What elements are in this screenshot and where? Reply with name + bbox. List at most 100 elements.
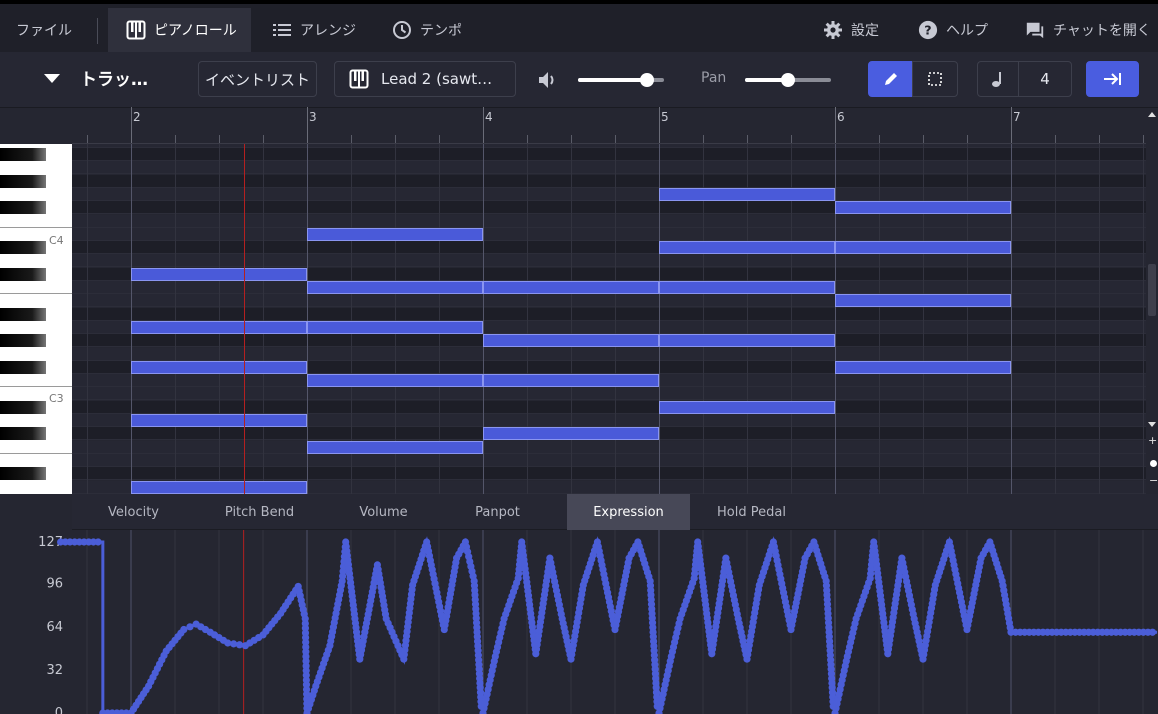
- pitch-lane: [72, 161, 1146, 175]
- midi-note[interactable]: [307, 320, 483, 334]
- expression-event[interactable]: [180, 625, 188, 634]
- zoom-in-icon[interactable]: +: [1148, 434, 1157, 447]
- tab-volume[interactable]: Volume: [322, 494, 445, 530]
- playhead[interactable]: [243, 144, 245, 494]
- pitch-lane: [72, 254, 1146, 268]
- expression-chart[interactable]: 1279664320: [0, 530, 1158, 714]
- midi-note[interactable]: [131, 360, 307, 374]
- midi-note[interactable]: [659, 400, 835, 414]
- black-key[interactable]: [0, 307, 46, 321]
- piano-keyboard[interactable]: C4 C3: [0, 144, 72, 494]
- help-button[interactable]: ? ヘルプ: [918, 8, 993, 52]
- midi-note[interactable]: [835, 201, 1011, 215]
- black-key[interactable]: [0, 267, 46, 281]
- file-menu[interactable]: ファイル: [0, 8, 88, 52]
- tab-label: Velocity: [108, 504, 159, 520]
- open-chat-button[interactable]: チャットを開く: [1025, 8, 1155, 52]
- selection-tool-button[interactable]: [912, 61, 958, 97]
- settings-button[interactable]: 設定: [823, 8, 888, 52]
- volume-slider[interactable]: [578, 73, 664, 87]
- tab-piano-roll[interactable]: ピアノロール: [108, 8, 251, 52]
- midi-note[interactable]: [131, 414, 307, 427]
- ruler-tick: [1143, 135, 1144, 143]
- tab-pitch-bend[interactable]: Pitch Bend: [198, 494, 321, 530]
- tab-hold-pedal[interactable]: Hold Pedal: [690, 494, 813, 530]
- midi-note[interactable]: [659, 241, 835, 255]
- ruler-tick: [395, 135, 396, 143]
- quantize-button[interactable]: [977, 61, 1019, 97]
- black-key[interactable]: [0, 334, 46, 348]
- midi-note[interactable]: [659, 187, 835, 201]
- measure-ruler[interactable]: 2 3 4 5 6 7: [72, 107, 1146, 144]
- instrument-select-button[interactable]: Lead 2 (sawt…: [334, 61, 516, 97]
- event-list-button[interactable]: イベントリスト: [198, 61, 317, 97]
- tab-panpot[interactable]: Panpot: [436, 494, 559, 530]
- expression-curve[interactable]: [60, 536, 1158, 714]
- music-note-icon: [990, 70, 1006, 88]
- zoom-out-icon[interactable]: −: [1149, 474, 1158, 487]
- zoom-knob-icon[interactable]: [1150, 460, 1157, 467]
- midi-note[interactable]: [307, 227, 483, 241]
- black-key[interactable]: [0, 467, 46, 481]
- measure-number: 3: [309, 110, 317, 124]
- black-key[interactable]: [0, 400, 46, 414]
- selection-icon: [927, 71, 943, 87]
- expression-event[interactable]: [1148, 628, 1157, 636]
- midi-note[interactable]: [835, 294, 1011, 308]
- volume-icon[interactable]: [536, 69, 558, 91]
- scrollbar-thumb[interactable]: [1148, 264, 1156, 316]
- expression-event[interactable]: [94, 538, 102, 546]
- pan-label: Pan: [701, 70, 727, 86]
- tab-velocity[interactable]: Velocity: [72, 494, 195, 530]
- note-grid[interactable]: [72, 144, 1146, 494]
- midi-note[interactable]: [307, 374, 483, 388]
- midi-note[interactable]: [131, 267, 307, 281]
- beat-line: [967, 144, 968, 494]
- beat-line: [1055, 144, 1056, 494]
- track-dropdown-icon[interactable]: [44, 74, 60, 83]
- ruler-tick: [791, 135, 792, 143]
- ruler-tick: [615, 135, 616, 143]
- midi-note[interactable]: [483, 374, 659, 388]
- midi-note[interactable]: [483, 334, 659, 348]
- tab-expression[interactable]: Expression: [567, 494, 690, 530]
- midi-note[interactable]: [659, 281, 835, 294]
- midi-note[interactable]: [659, 334, 835, 348]
- midi-note[interactable]: [835, 360, 1011, 374]
- midi-note[interactable]: [483, 281, 659, 294]
- vertical-scrollbar[interactable]: + −: [1146, 108, 1158, 494]
- app-window: ファイル ピアノロール アレンジ テンポ 設定 ? ヘルプ チャットを開く トラ…: [0, 0, 1158, 714]
- black-key[interactable]: [0, 241, 46, 255]
- pitch-lane: [72, 440, 1146, 454]
- list-icon: [272, 20, 292, 40]
- black-key[interactable]: [0, 174, 46, 188]
- pan-slider-knob[interactable]: [781, 73, 795, 87]
- scroll-up-icon[interactable]: [1148, 112, 1156, 117]
- midi-note[interactable]: [131, 320, 307, 334]
- midi-note[interactable]: [835, 241, 1011, 255]
- measure-number: 5: [661, 110, 669, 124]
- track-name[interactable]: トラッ…: [80, 65, 148, 90]
- pencil-tool-button[interactable]: [868, 61, 913, 97]
- beat-line: [923, 144, 924, 494]
- tab-label: Pitch Bend: [224, 504, 295, 520]
- tab-label: Hold Pedal: [717, 504, 786, 520]
- black-key[interactable]: [0, 148, 46, 161]
- midi-note[interactable]: [307, 440, 483, 454]
- expression-event[interactable]: [186, 623, 194, 631]
- quantize-value[interactable]: 4: [1018, 61, 1072, 97]
- expression-control-lane[interactable]: 127 96 64 32 0: [0, 530, 1158, 714]
- black-key[interactable]: [0, 427, 46, 441]
- tab-tempo[interactable]: テンポ: [392, 8, 482, 52]
- auto-scroll-button[interactable]: [1086, 61, 1139, 97]
- pan-slider[interactable]: [745, 73, 831, 87]
- c4-label: C4: [49, 234, 64, 247]
- black-key[interactable]: [0, 201, 46, 215]
- black-key[interactable]: [0, 360, 46, 374]
- midi-note[interactable]: [483, 427, 659, 441]
- midi-note[interactable]: [131, 480, 307, 494]
- tab-arrange[interactable]: アレンジ: [272, 8, 372, 52]
- midi-note[interactable]: [307, 281, 483, 294]
- scroll-down-icon[interactable]: [1148, 422, 1156, 427]
- volume-slider-knob[interactable]: [639, 73, 654, 87]
